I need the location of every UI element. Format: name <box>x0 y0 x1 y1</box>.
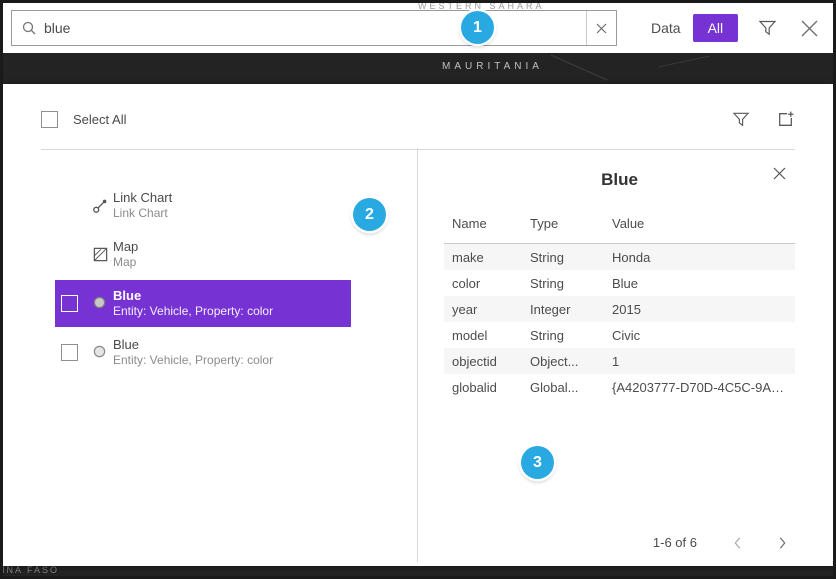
search-icon <box>21 20 37 36</box>
results-filter-button[interactable] <box>732 111 750 128</box>
pagination: 1-6 of 6 <box>653 535 787 550</box>
cell-value: 2015 <box>612 302 795 317</box>
pagination-label: 1-6 of 6 <box>653 535 697 550</box>
entity-circle-icon <box>92 295 107 310</box>
list-item-link-chart[interactable]: Link Chart Link Chart <box>55 182 351 229</box>
cell-type: Integer <box>530 302 612 317</box>
cell-type: Global... <box>530 380 612 395</box>
cell-value: Civic <box>612 328 795 343</box>
map-border-line <box>550 54 607 80</box>
map-label-western-sahara: WESTERN SAHARA <box>418 1 545 9</box>
table-row[interactable]: year Integer 2015 <box>444 296 795 322</box>
map-background-top: MAURITANIA <box>3 53 833 84</box>
select-all-checkbox[interactable] <box>41 111 58 128</box>
add-selection-button[interactable] <box>776 110 795 129</box>
clear-icon <box>596 23 607 34</box>
map-border-line <box>658 56 709 68</box>
column-header-value: Value <box>612 216 795 231</box>
table-row[interactable]: make String Honda <box>444 244 795 270</box>
map-icon <box>92 246 109 263</box>
table-header: Name Type Value <box>444 216 795 244</box>
item-checkbox[interactable] <box>61 344 78 361</box>
search-filter-button[interactable] <box>758 19 777 37</box>
table-row[interactable]: color String Blue <box>444 270 795 296</box>
close-search-button[interactable] <box>799 18 820 39</box>
close-details-button[interactable] <box>772 166 787 181</box>
search-bar <box>11 10 617 46</box>
search-toolbar: WESTERN SAHARA Data All <box>3 3 833 53</box>
annotation-badge-2: 2 <box>353 198 386 231</box>
item-title: Link Chart <box>113 189 172 206</box>
details-title: Blue <box>444 170 795 190</box>
properties-table: Name Type Value make String Honda color … <box>444 216 795 400</box>
link-chart-icon <box>92 197 109 214</box>
panel-header: Select All <box>3 84 833 129</box>
column-header-type: Type <box>530 216 612 231</box>
clear-search-button[interactable] <box>587 11 616 45</box>
close-icon <box>772 166 787 181</box>
next-page-button[interactable] <box>778 536 787 550</box>
filter-icon <box>758 19 777 37</box>
search-results-panel: Select All Link Chart <box>3 84 833 566</box>
search-input[interactable] <box>44 11 586 45</box>
cell-name: objectid <box>452 354 530 369</box>
cell-value: {A4203777-D70D-4C5C-9A65-C... <box>612 380 795 395</box>
item-subtitle: Link Chart <box>113 206 172 221</box>
item-subtitle: Map <box>113 255 138 270</box>
list-item-text: Blue Entity: Vehicle, Property: color <box>113 287 273 319</box>
cell-value: Blue <box>612 276 795 291</box>
item-title: Blue <box>113 287 273 304</box>
annotation-badge-3: 3 <box>521 446 554 479</box>
table-row[interactable]: objectid Object... 1 <box>444 348 795 374</box>
cell-name: make <box>452 250 530 265</box>
item-subtitle: Entity: Vehicle, Property: color <box>113 353 273 368</box>
list-item-text: Blue Entity: Vehicle, Property: color <box>113 336 273 368</box>
data-toggle-button[interactable]: Data <box>643 14 689 42</box>
annotation-badge-1: 1 <box>461 11 494 44</box>
all-toggle-button[interactable]: All <box>693 14 739 42</box>
app-screen: WESTERN SAHARA Data All <box>0 0 836 579</box>
map-label-burkina-faso: BURKINA FASO <box>3 566 59 575</box>
cell-value: 1 <box>612 354 795 369</box>
add-selection-icon <box>776 110 795 129</box>
item-subtitle: Entity: Vehicle, Property: color <box>113 304 273 319</box>
cell-type: Object... <box>530 354 612 369</box>
cell-name: year <box>452 302 530 317</box>
item-title: Blue <box>113 336 273 353</box>
close-icon <box>799 18 820 39</box>
list-item-blue-selected[interactable]: Blue Entity: Vehicle, Property: color <box>55 280 351 327</box>
list-item-text: Map Map <box>113 238 138 270</box>
list-item-blue[interactable]: Blue Entity: Vehicle, Property: color <box>55 329 351 376</box>
filter-icon <box>732 111 750 128</box>
item-checkbox[interactable] <box>61 295 78 312</box>
details-panel: Blue Name Type Value make String Honda <box>418 148 795 566</box>
cell-name: color <box>452 276 530 291</box>
item-title: Map <box>113 238 138 255</box>
cell-value: Honda <box>612 250 795 265</box>
list-item-map[interactable]: Map Map <box>55 231 351 278</box>
select-all-label: Select All <box>73 112 126 127</box>
table-row[interactable]: model String Civic <box>444 322 795 348</box>
cell-name: model <box>452 328 530 343</box>
cell-type: String <box>530 276 612 291</box>
list-item-text: Link Chart Link Chart <box>113 189 172 221</box>
chevron-right-icon <box>778 536 787 550</box>
prev-page-button[interactable] <box>733 536 742 550</box>
chevron-left-icon <box>733 536 742 550</box>
cell-type: String <box>530 250 612 265</box>
table-row[interactable]: globalid Global... {A4203777-D70D-4C5C-9… <box>444 374 795 400</box>
map-background-bottom: BURKINA FASO <box>3 566 833 576</box>
column-header-name: Name <box>452 216 530 231</box>
entity-circle-icon <box>92 344 107 359</box>
cell-name: globalid <box>452 380 530 395</box>
map-label-mauritania: MAURITANIA <box>442 61 543 72</box>
cell-type: String <box>530 328 612 343</box>
